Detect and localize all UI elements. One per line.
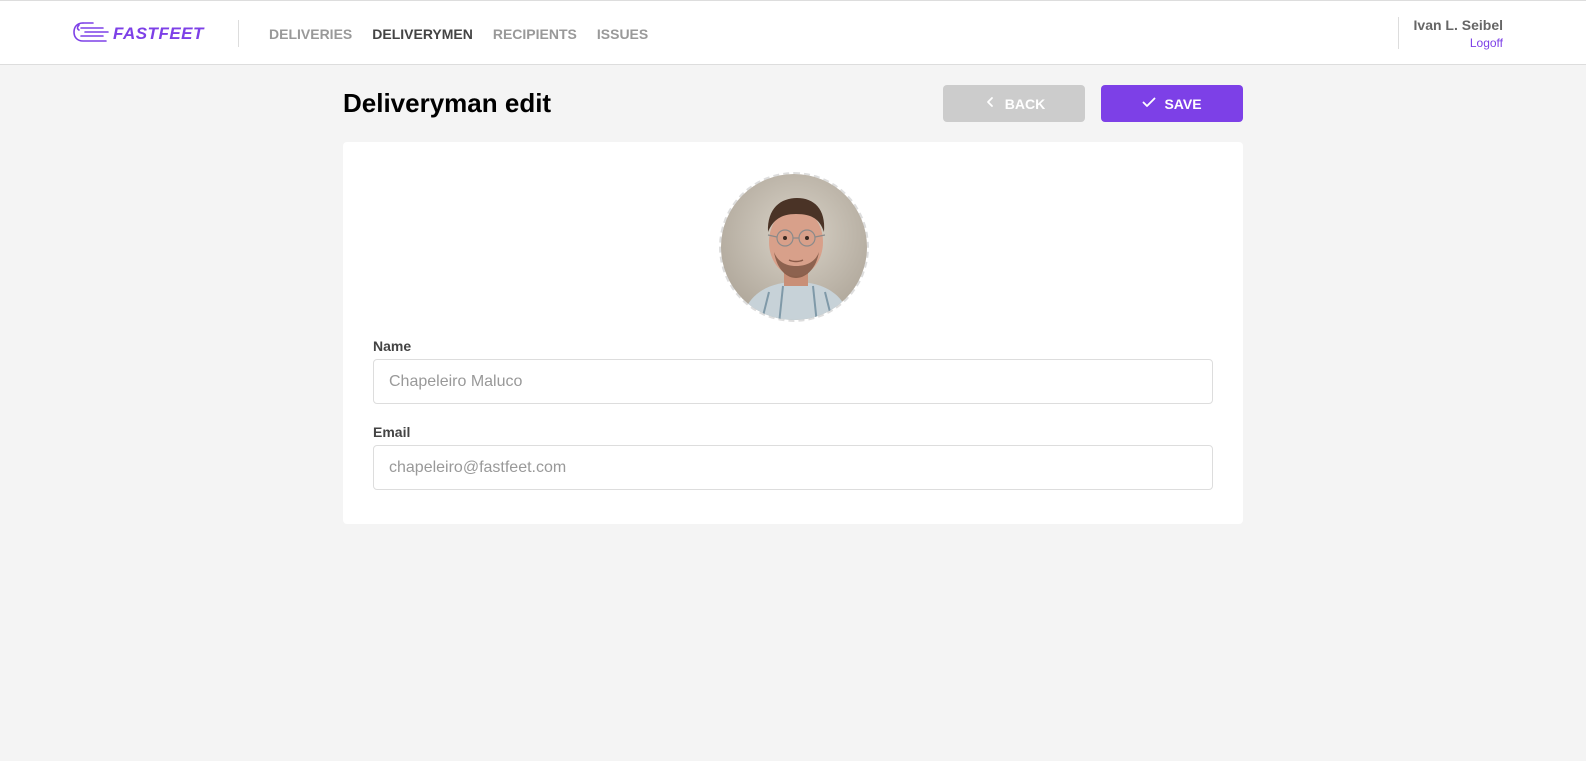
main-nav: DELIVERIES DELIVERYMEN RECIPIENTS ISSUES <box>269 1 648 66</box>
name-input[interactable] <box>373 359 1213 404</box>
deliveryman-form-card: Name Email <box>343 142 1243 524</box>
check-icon <box>1142 95 1156 112</box>
nav-item-issues[interactable]: ISSUES <box>597 26 648 42</box>
user-name: Ivan L. Seibel <box>1413 17 1503 33</box>
name-label: Name <box>373 338 412 354</box>
back-button-label: BACK <box>1004 95 1046 112</box>
brand-name: FASTFEET <box>113 24 204 43</box>
top-navigation-bar: FASTFEET DELIVERIES DELIVERYMEN RECIPIEN… <box>0 0 1586 65</box>
avatar-upload[interactable] <box>719 172 869 322</box>
chevron-left-icon <box>983 95 997 112</box>
nav-item-recipients[interactable]: RECIPIENTS <box>493 26 577 42</box>
save-button-label: SAVE <box>1164 95 1202 112</box>
back-button[interactable]: BACK <box>943 85 1085 122</box>
email-input[interactable] <box>373 445 1213 490</box>
nav-item-deliveries[interactable]: DELIVERIES <box>269 26 352 42</box>
logoff-link[interactable]: Logoff <box>1414 36 1503 50</box>
header-divider <box>238 20 239 47</box>
user-divider <box>1398 17 1399 49</box>
brand-logo[interactable]: FASTFEET <box>73 21 204 47</box>
fast-truck-icon <box>73 19 109 50</box>
nav-item-deliverymen[interactable]: DELIVERYMEN <box>372 26 473 42</box>
save-button[interactable]: SAVE <box>1101 85 1243 122</box>
email-label: Email <box>373 424 411 440</box>
page-title: Deliveryman edit <box>343 88 552 118</box>
user-menu: Ivan L. Seibel Logoff <box>1414 17 1503 50</box>
avatar-photo <box>721 174 867 320</box>
